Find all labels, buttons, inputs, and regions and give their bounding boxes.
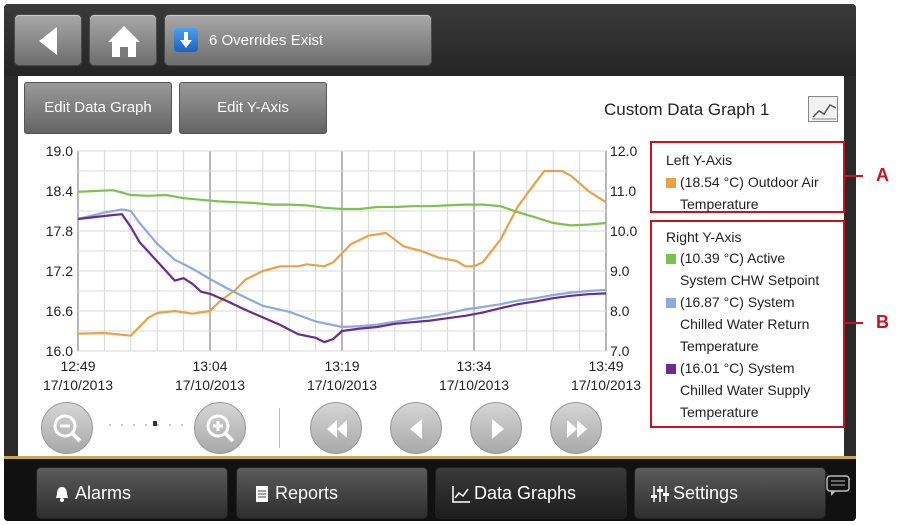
right-legend-item: (10.39 °C) Active System CHW Setpoint (666, 247, 844, 291)
right-y-tick-label: 12.0 (610, 143, 637, 159)
legend-swatch (666, 178, 676, 188)
graph-panel: Edit Data Graph Edit Y-Axis Custom Data … (18, 76, 845, 456)
x-tick-time-label: 13:04 (192, 358, 227, 374)
overrides-button[interactable]: 6 Overrides Exist (164, 14, 432, 66)
x-tick-time-label: 12:49 (60, 358, 95, 374)
fast-backward-icon (327, 420, 347, 438)
x-tick-date-label: 17/10/2013 (43, 377, 113, 393)
x-tick-date-label: 17/10/2013 (307, 377, 377, 393)
nav-alarms[interactable]: Alarms (36, 467, 228, 519)
legend-item-text: (10.39 °C) Active (666, 247, 844, 269)
callout-b-label: B (876, 312, 889, 332)
nav-reports-label: Reports (275, 483, 339, 503)
legend-item-text: System CHW Setpoint (680, 272, 820, 288)
x-tick-date-label: 17/10/2013 (439, 377, 509, 393)
back-arrow-icon (39, 27, 57, 55)
step-forward-button[interactable] (470, 402, 522, 454)
legend-item-text: Chilled Water Return (680, 316, 810, 332)
nav-settings[interactable]: Settings (634, 467, 826, 519)
graph-title: Custom Data Graph 1 (604, 100, 770, 119)
x-tick-time-label: 13:34 (456, 358, 491, 374)
right-y-tick-label: 7.0 (610, 343, 630, 359)
sliders-icon (651, 486, 669, 502)
nav-settings-label: Settings (673, 483, 739, 503)
home-button[interactable] (89, 14, 157, 66)
device-display: 6 Overrides Exist Edit Data Graph Edit Y… (4, 4, 856, 521)
callout-b-line (843, 322, 863, 324)
legend-item-text: Temperature (680, 196, 759, 212)
edit-y-axis-button[interactable]: Edit Y-Axis (179, 82, 327, 134)
right-axis-legend: Right Y-Axis (10.39 °C) Active System CHW… (650, 220, 845, 428)
fast-forward-icon (567, 420, 587, 438)
left-legend-item: (18.54 °C) Outdoor Air Temperature (666, 171, 844, 215)
right-axis-legend-heading: Right Y-Axis (666, 229, 742, 245)
data-graph-chart[interactable]: 16.0 16.6 17.2 17.8 18.4 19.0 7.0 8.0 9.0 10.0 11.… (18, 138, 650, 396)
chart-icon (452, 486, 470, 503)
legend-swatch (666, 254, 676, 264)
zoom-out-icon (53, 414, 82, 443)
zoom-in-button[interactable] (194, 402, 246, 454)
right-y-tick-label: 11.0 (610, 183, 636, 199)
legend-item-text: (16.01 °C) System (666, 357, 844, 379)
legend-item-text: Temperature (680, 404, 759, 420)
step-back-button[interactable] (390, 402, 442, 454)
legend-item-text: Chilled Water Supply (680, 382, 811, 398)
legend-swatch (666, 364, 676, 374)
left-y-tick-label: 18.4 (46, 183, 73, 199)
legend-swatch (666, 298, 676, 308)
zoom-in-icon (206, 414, 235, 443)
nav-data-graphs-label: Data Graphs (474, 483, 577, 503)
zoom-slider-handle[interactable] (153, 421, 157, 426)
nav-data-graphs[interactable]: Data Graphs (435, 467, 627, 519)
x-tick-time-label: 13:49 (588, 358, 623, 374)
left-y-tick-label: 17.8 (46, 223, 73, 239)
legend-item-text: (16.87 °C) System (666, 291, 844, 313)
line-graph-icon[interactable] (808, 96, 838, 122)
zoom-out-button[interactable] (41, 402, 93, 454)
left-y-tick-label: 19.0 (46, 143, 73, 159)
control-divider (279, 408, 280, 448)
nav-reports[interactable]: Reports (236, 467, 428, 519)
left-axis-legend: Left Y-Axis (18.54 °C) Outdoor Air Temper… (650, 141, 845, 213)
right-legend-item: (16.87 °C) System Chilled Water Return Tem… (666, 291, 844, 357)
legend-item-text: (18.54 °C) Outdoor Air (666, 171, 844, 193)
x-tick-time-label: 13:19 (324, 358, 359, 374)
x-tick-date-label: 17/10/2013 (571, 377, 641, 393)
override-download-icon (174, 28, 198, 52)
left-y-tick-label: 16.6 (46, 303, 73, 319)
right-legend-item: (16.01 °C) System Chilled Water Supply Tem… (666, 357, 844, 423)
left-axis-legend-heading: Left Y-Axis (666, 152, 733, 168)
fast-forward-button[interactable] (550, 402, 602, 454)
screen: 6 Overrides Exist Edit Data Graph Edit Y… (0, 0, 913, 525)
home-icon (108, 26, 140, 57)
zoom-slider[interactable] (100, 420, 192, 426)
legend-item-text: Temperature (680, 338, 759, 354)
document-icon (256, 486, 268, 502)
bottom-nav-bar: Alarms Reports Data Graphs Settings (4, 456, 856, 521)
right-y-tick-label: 9.0 (610, 263, 630, 279)
top-bar: 6 Overrides Exist (4, 4, 856, 76)
chat-icon[interactable] (825, 474, 851, 498)
nav-alarms-label: Alarms (75, 483, 132, 503)
left-y-tick-label: 16.0 (46, 343, 73, 359)
left-y-tick-label: 17.2 (46, 263, 73, 279)
back-button[interactable] (14, 14, 82, 66)
right-y-tick-label: 8.0 (610, 303, 630, 319)
x-tick-date-label: 17/10/2013 (175, 377, 245, 393)
callout-a-label: A (876, 165, 889, 185)
override-label: 6 Overrides Exist (209, 32, 324, 49)
callout-a-line (843, 175, 863, 177)
edit-data-graph-button[interactable]: Edit Data Graph (24, 82, 172, 134)
step-back-icon (410, 419, 422, 439)
rewind-button[interactable] (310, 402, 362, 454)
step-forward-icon (492, 419, 504, 439)
right-y-tick-label: 10.0 (610, 223, 637, 239)
bell-icon (56, 487, 68, 502)
